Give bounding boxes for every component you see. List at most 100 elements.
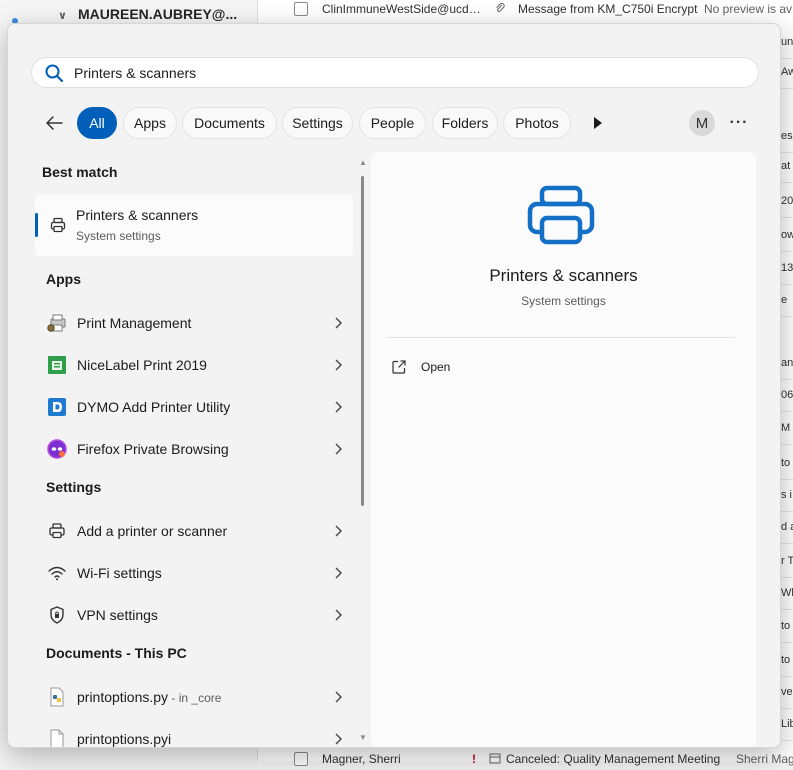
background-row-from: ClinImmuneWestSide@ucde... [322, 2, 482, 16]
printer-icon [49, 523, 65, 539]
document-item-label: printoptions.pyi [77, 731, 172, 747]
document-item-printoptions-py[interactable]: printoptions.py - in _core [42, 678, 342, 716]
setting-item-label: Add a printer or scanner [77, 523, 228, 539]
filter-chip-settings[interactable]: Settings [282, 107, 353, 139]
search-input[interactable] [74, 64, 674, 81]
background-row-divider [781, 479, 793, 480]
printer-icon [50, 217, 66, 233]
app-item-print-management[interactable]: Print Management [42, 304, 342, 342]
background-preview-fragment: 13 [781, 262, 793, 274]
search-box[interactable] [31, 57, 759, 88]
setting-item-wifi[interactable]: Wi-Fi settings [42, 554, 342, 592]
documents-header: Documents - This PC [46, 645, 187, 661]
document-item-printoptions-pyi[interactable]: printoptions.pyi [42, 720, 342, 747]
setting-item-label: VPN settings [77, 607, 158, 623]
avatar[interactable]: M [689, 110, 715, 136]
shield-icon [50, 606, 64, 624]
document-name: printoptions.py [77, 689, 169, 705]
background-row-subject: Canceled: Quality Management Meeting [506, 752, 721, 766]
settings-header: Settings [46, 479, 102, 495]
back-arrow-icon[interactable] [42, 112, 66, 134]
background-preview-fragment: 20 [781, 195, 793, 207]
play-icon[interactable] [588, 112, 608, 134]
preview-subtitle: System settings [521, 294, 606, 308]
background-row-subject: Message from KM_C750i Encrypt [518, 2, 698, 16]
filter-chip-folders[interactable]: Folders [432, 107, 498, 139]
app-item-label: DYMO Add Printer Utility [77, 399, 231, 415]
filter-chip-all[interactable]: All [77, 107, 117, 139]
python-file-icon [50, 687, 64, 707]
chevron-right-icon [335, 317, 342, 329]
setting-item-add-printer[interactable]: Add a printer or scanner [42, 512, 342, 550]
background-preview-fragment: to [781, 654, 791, 666]
paperclip-icon [482, 2, 518, 17]
scroll-up-icon[interactable]: ▲ [359, 158, 367, 167]
preview-divider [387, 337, 735, 338]
app-item-label: Print Management [77, 315, 192, 331]
background-row-divider [781, 642, 793, 643]
scrollbar-thumb[interactable] [361, 176, 364, 506]
chevron-down-icon: ∨ [58, 10, 67, 22]
background-mail-row: Magner, Sherri ! Canceled: Quality Manag… [258, 748, 793, 770]
background-row-checkbox [294, 752, 308, 766]
app-item-firefox-private[interactable]: Firefox Private Browsing [42, 430, 342, 468]
background-row-divider [781, 58, 793, 59]
background-row-divider [781, 577, 793, 578]
chevron-right-icon [335, 525, 342, 537]
importance-icon: ! [472, 752, 476, 766]
background-preview-fragment: e [781, 294, 788, 306]
chevron-right-icon [335, 609, 342, 621]
background-preview-fragment: es [781, 130, 793, 142]
background-row-divider [781, 88, 793, 89]
background-preview-fragment: Lib [781, 718, 793, 730]
best-match-header: Best match [42, 164, 118, 180]
filter-chip-photos[interactable]: Photos [503, 107, 571, 139]
dymo-icon [48, 398, 66, 416]
search-icon [45, 64, 64, 82]
preview-title: Printers & scanners [489, 266, 638, 285]
background-preview-fragment: s i [781, 489, 792, 501]
background-account-label: MAUREEN.AUBREY@... [78, 6, 238, 22]
nicelabel-icon [48, 356, 66, 374]
background-row-divider [781, 676, 793, 677]
app-item-nicelabel[interactable]: NiceLabel Print 2019 [42, 346, 342, 384]
scroll-down-icon[interactable]: ▼ [359, 733, 367, 742]
best-match-subtitle: System settings [76, 229, 161, 243]
background-preview-fragment: to [781, 620, 791, 632]
file-icon [50, 729, 64, 747]
app-item-dymo[interactable]: DYMO Add Printer Utility [42, 388, 342, 426]
background-preview-fragment: un [781, 36, 793, 48]
background-account-name: ∨ MAUREEN.AUBREY@... [58, 6, 237, 22]
filter-chip-documents[interactable]: Documents [182, 107, 277, 139]
chevron-right-icon [335, 401, 342, 413]
calendar-icon [484, 752, 506, 767]
background-row-divider [781, 411, 793, 412]
firefox-private-icon [47, 439, 67, 459]
open-action-label: Open [421, 360, 451, 374]
results-scrollbar[interactable]: ▲ ▼ [359, 158, 367, 742]
background-row-divider [781, 316, 793, 317]
wifi-icon [48, 566, 66, 581]
background-row-divider [781, 444, 793, 445]
background-preview-fragment: Wha [781, 587, 793, 599]
background-preview-fragment: to [781, 457, 791, 469]
background-row-divider [781, 379, 793, 380]
filter-chip-people[interactable]: People [359, 107, 426, 139]
chevron-right-icon [335, 733, 342, 745]
search-flyout: All Apps Documents Settings People Folde… [7, 23, 781, 748]
background-preview-fragment: d a [781, 521, 793, 533]
background-preview-fragment: ow [781, 229, 793, 241]
best-match-item[interactable]: Printers & scanners System settings [35, 194, 353, 256]
document-location: - in _core [168, 691, 222, 705]
background-preview-fragment: r Te [781, 555, 793, 567]
open-external-icon [392, 360, 406, 374]
background-row-divider [781, 152, 793, 153]
background-row-checkbox [294, 2, 308, 16]
background-row-divider [781, 609, 793, 610]
background-row-divider [781, 708, 793, 709]
printer-icon [527, 185, 595, 245]
more-options-icon[interactable]: ··· [726, 110, 752, 136]
setting-item-vpn[interactable]: VPN settings [42, 596, 342, 634]
open-action[interactable]: Open [391, 355, 450, 379]
filter-chip-apps[interactable]: Apps [123, 107, 177, 139]
